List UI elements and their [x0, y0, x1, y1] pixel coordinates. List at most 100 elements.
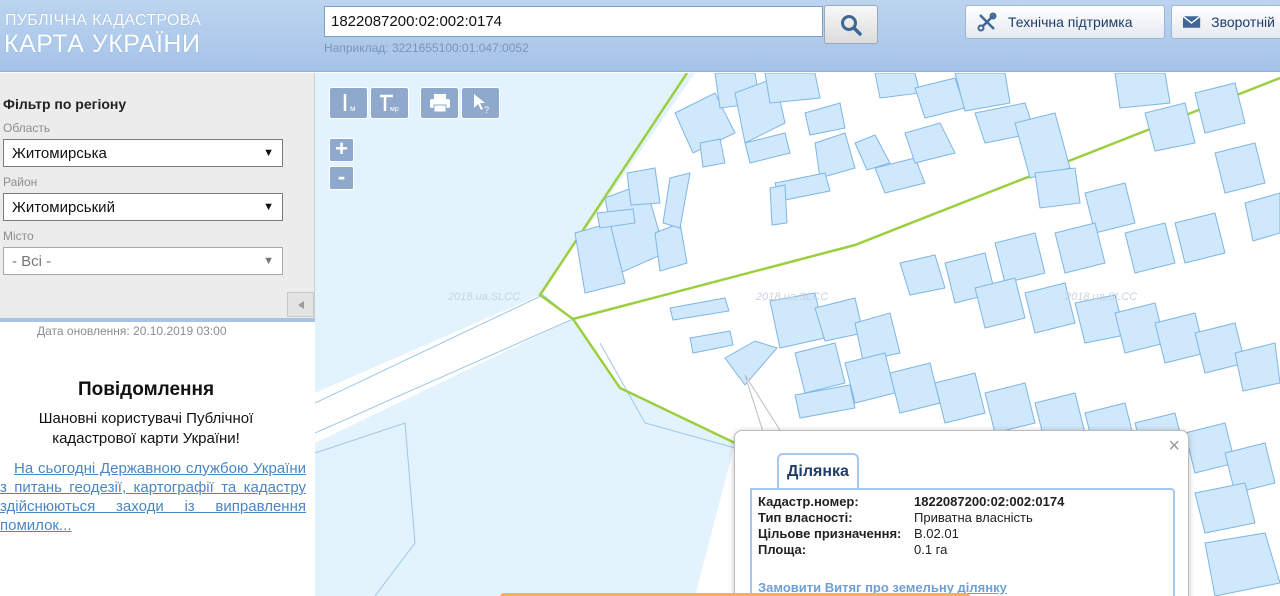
print-icon — [429, 94, 450, 113]
chevron-down-icon: ▼ — [263, 147, 274, 159]
parcel-details: Кадастр.номер: 1822087200:02:002:0174 Ти… — [750, 488, 1175, 596]
parcel[interactable] — [984, 382, 1036, 434]
parcel[interactable] — [764, 73, 821, 104]
print-button[interactable] — [420, 87, 459, 119]
tab-parcel[interactable]: Ділянка — [777, 453, 859, 488]
measure-length-icon: м — [343, 94, 356, 113]
purpose-key: Цільове призначення: — [758, 526, 902, 541]
parcel[interactable] — [994, 232, 1046, 284]
region-filter-panel: Фільтр по регіону Область Житомирська ▼ … — [0, 73, 315, 321]
popup-pointer — [744, 374, 786, 439]
tools-icon — [977, 12, 997, 32]
chevron-down-icon: ▼ — [263, 201, 274, 213]
support-button[interactable]: Технічна підтримка — [965, 5, 1165, 39]
raion-value: Житомирський — [12, 198, 115, 216]
envelope-icon — [1182, 15, 1201, 28]
parcel[interactable] — [1184, 422, 1236, 474]
search-hint: Наприклад: 3221655100:01:047:0052 — [324, 41, 529, 55]
oblast-value: Житомирська — [12, 144, 107, 162]
area-value: 0.1 га — [914, 542, 948, 557]
feedback-label: Зворотній — [1211, 14, 1275, 30]
parcel[interactable] — [724, 340, 778, 386]
parcel[interactable] — [954, 73, 1011, 112]
measure-area-icon: мр — [379, 94, 399, 113]
parcel[interactable] — [874, 73, 921, 99]
feedback-button[interactable]: Зворотній — [1171, 5, 1280, 39]
parcel[interactable] — [1194, 82, 1246, 134]
watermark: 2018.ua.SLCC — [448, 291, 521, 303]
measure-area-button[interactable]: мр — [370, 87, 409, 119]
oblast-label: Область — [3, 121, 51, 135]
parcel[interactable] — [854, 312, 901, 362]
misto-select[interactable]: - Всі - ▼ — [3, 247, 283, 275]
oblast-select[interactable]: Житомирська ▼ — [3, 139, 283, 167]
chevron-down-icon: ▼ — [263, 255, 274, 267]
area-key: Площа: — [758, 542, 807, 557]
logo-title-line2: КАРТА УКРАЇНИ — [4, 30, 201, 58]
close-icon[interactable]: × — [1168, 435, 1180, 458]
parcel[interactable] — [626, 167, 661, 206]
misto-label: Місто — [3, 229, 34, 243]
update-date: Дата оновлення: 20.10.2019 03:00 — [37, 324, 227, 338]
sidebar-divider — [0, 318, 315, 322]
logo-title-line1: ПУБЛІЧНА КАДАСТРОВА — [5, 12, 202, 29]
parcel-info-popup: × Ділянка Кадастр.номер: 1822087200:02:0… — [734, 430, 1189, 596]
raion-label: Район — [3, 175, 38, 189]
parcel[interactable] — [769, 184, 788, 226]
identify-icon: ? — [473, 94, 489, 115]
zoom-out-button[interactable]: - — [329, 166, 354, 190]
support-label: Технічна підтримка — [1008, 14, 1133, 30]
notice-link[interactable]: На сьогодні Державною службою України з … — [0, 459, 306, 535]
parcel[interactable] — [899, 254, 946, 296]
filter-title: Фільтр по регіону — [3, 96, 127, 112]
parcel[interactable] — [689, 330, 734, 354]
parcel[interactable] — [1214, 142, 1266, 194]
parcel[interactable] — [1034, 167, 1081, 209]
parcel[interactable] — [889, 362, 941, 414]
notice-title: Повідомлення — [77, 379, 215, 400]
parcel[interactable] — [1204, 532, 1280, 596]
parcel[interactable] — [1144, 102, 1196, 152]
notice-link-text: На сьогодні Державною службою України з … — [0, 460, 306, 534]
parcel[interactable] — [1244, 192, 1280, 242]
parcel[interactable] — [669, 297, 730, 321]
parcel[interactable] — [699, 138, 726, 168]
svg-text:?: ? — [484, 105, 489, 115]
parcel[interactable] — [904, 122, 956, 164]
cadastral-key: Кадастр.номер: — [758, 494, 859, 509]
parcel[interactable] — [794, 342, 846, 394]
watermark: 2018.ua.SLCC — [756, 291, 829, 303]
parcel[interactable] — [1014, 112, 1071, 179]
arrow-left-icon — [297, 300, 304, 309]
cadastral-map[interactable]: 2018.ua.SLCC 2018.ua.SLCC 2018.ua.SLCC м… — [315, 73, 1280, 596]
parcel[interactable] — [654, 222, 688, 272]
sidebar: Фільтр по регіону Область Житомирська ▼ … — [0, 73, 315, 596]
identify-button[interactable]: ? — [461, 87, 500, 119]
notice-text: Шановні користувачі Публічної кадастрово… — [38, 410, 254, 447]
parcel[interactable] — [854, 134, 891, 171]
ownership-key: Тип власності: — [758, 510, 853, 525]
cadastral-search-input[interactable] — [324, 6, 823, 37]
cadastral-value: 1822087200:02:002:0174 — [914, 494, 1065, 509]
watermark: 2018.ua.SLCC — [1065, 291, 1138, 303]
header: ПУБЛІЧНА КАДАСТРОВА КАРТА УКРАЇНИ Наприк… — [0, 0, 1280, 72]
misto-value: - Всі - — [12, 252, 52, 270]
parcel[interactable] — [1194, 482, 1256, 534]
svg-text:м: м — [350, 104, 356, 113]
collapse-sidebar-button[interactable] — [287, 292, 314, 317]
parcel[interactable] — [814, 132, 856, 179]
parcel[interactable] — [804, 102, 846, 136]
parcel[interactable] — [1124, 222, 1176, 274]
zoom-in-button[interactable]: + — [329, 138, 354, 162]
ownership-value: Приватна власність — [914, 510, 1033, 525]
parcel[interactable] — [934, 372, 986, 424]
measure-length-button[interactable]: м — [329, 87, 368, 119]
raion-select[interactable]: Житомирський ▼ — [3, 193, 283, 221]
purpose-value: B.02.01 — [914, 526, 959, 541]
svg-text:мр: мр — [390, 106, 399, 113]
parcel[interactable] — [1114, 73, 1171, 109]
parcel[interactable] — [1174, 212, 1226, 264]
magnifier-icon — [841, 14, 862, 36]
search-button[interactable] — [824, 5, 878, 44]
parcel[interactable] — [662, 172, 691, 229]
